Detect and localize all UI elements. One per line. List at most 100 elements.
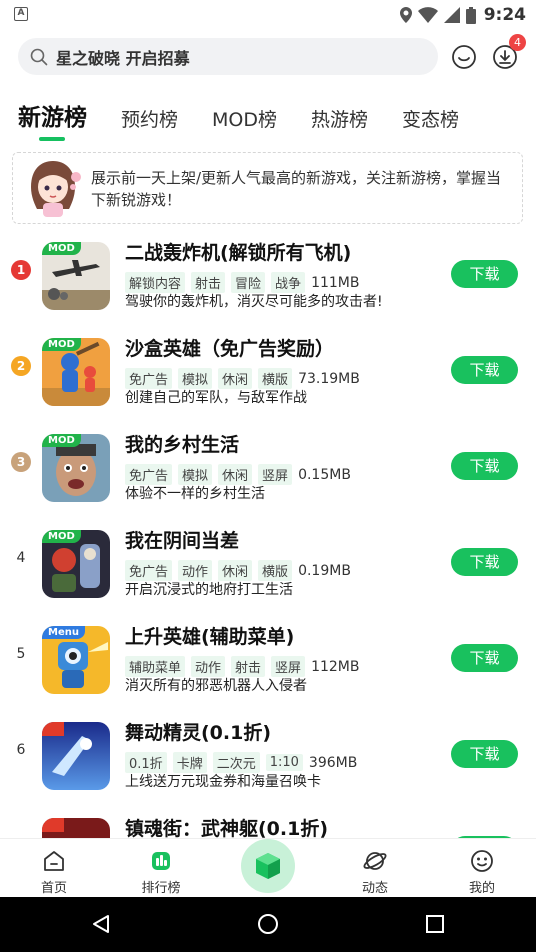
game-tag: 竖屏 [258, 464, 293, 485]
download-button[interactable]: 下载 [451, 356, 518, 384]
home-icon [44, 851, 64, 871]
game-icon-underworld[interactable]: MOD [42, 530, 110, 598]
game-tag: 免广告 [125, 368, 173, 389]
nav-feed[interactable]: 动态 [335, 839, 415, 898]
tab-hot[interactable]: 热游榜 [311, 105, 368, 132]
message-icon[interactable] [451, 44, 477, 70]
center-game-button[interactable] [241, 839, 295, 893]
nav-profile[interactable]: 我的 [442, 839, 522, 898]
game-title[interactable]: 我的乡村生活 [125, 430, 239, 457]
profile-icon [471, 850, 493, 872]
rank-badge: 2 [11, 356, 31, 376]
clock: 9:24 [483, 5, 526, 25]
game-tag: 动作 [191, 656, 226, 677]
tab-modified[interactable]: 变态榜 [402, 105, 459, 132]
download-button[interactable]: 下载 [451, 548, 518, 576]
game-tag: 模拟 [178, 368, 213, 389]
game-title[interactable]: 镇魂街：武神躯(0.1折) [125, 814, 328, 838]
list-item[interactable]: 镇魂街：武神躯(0.1折) 下载 [0, 808, 536, 838]
nav-ranking[interactable]: 排行榜 [121, 839, 201, 898]
game-size: 112MB [311, 658, 360, 675]
nav-label: 排行榜 [141, 881, 181, 896]
notice-text: 展示前一天上架/更新人气最高的新游戏，关注新游榜，掌握当下新锐游戏！ [91, 169, 502, 209]
game-tag: 动作 [178, 560, 213, 581]
active-tab-indicator [39, 137, 65, 141]
game-tag: 横版 [258, 368, 293, 389]
nav-label: 我的 [468, 881, 495, 896]
list-item[interactable]: 3 MOD 我的乡村生活 免广告 模拟 休闲 竖屏 0.15MB 体验不一样的乡… [0, 424, 536, 520]
rank-number: 6 [16, 742, 26, 758]
game-icon-soul-street[interactable] [42, 818, 110, 838]
rank-tabs: 新游榜 预约榜 MOD榜 热游榜 变态榜 [18, 96, 493, 132]
status-bar: A 9:24 [0, 0, 536, 30]
game-tag: 射击 [231, 656, 266, 677]
game-icon-dance-spirit[interactable] [42, 722, 110, 790]
game-icon-village[interactable]: MOD [42, 434, 110, 502]
rank-number: 5 [16, 646, 26, 662]
soul-street-icon [42, 818, 110, 838]
tab-new-games[interactable]: 新游榜 [18, 98, 87, 132]
list-item[interactable]: 6 舞动精灵(0.1折) 0.1折 卡牌 二次元 1:10 396MB 上线送万… [0, 712, 536, 808]
search-bar[interactable]: 星之破晓 开启招募 [18, 38, 438, 75]
game-size: 0.15MB [298, 466, 351, 483]
mod-tag: MOD [42, 242, 81, 255]
mod-tag: MOD [42, 338, 81, 351]
game-description: 体验不一样的乡村生活 [125, 486, 265, 502]
game-tag: 辅助菜单 [125, 656, 186, 677]
recents-icon[interactable] [424, 913, 446, 935]
list-item[interactable]: 5 Menu 上升英雄(辅助菜单) 辅助菜单 动作 射击 竖屏 112MB 消灭… [0, 616, 536, 712]
list-item[interactable]: 4 MOD 我在阴间当差 免广告 动作 休闲 横版 0.19MB 开启沉浸式的地… [0, 520, 536, 616]
game-title[interactable]: 沙盒英雄（免广告奖励） [125, 334, 334, 361]
game-tag: 卡牌 [172, 752, 207, 773]
game-icon-bomber[interactable]: MOD [42, 242, 110, 310]
rank-badge: 1 [11, 260, 31, 280]
download-button[interactable]: 下载 [451, 260, 518, 288]
search-placeholder: 星之破晓 开启招募 [56, 48, 190, 68]
game-tags: 免广告 动作 休闲 横版 0.19MB [125, 560, 351, 581]
game-title[interactable]: 我在阴间当差 [125, 526, 239, 553]
game-tag: 战争 [271, 272, 306, 293]
search-icon [30, 48, 48, 65]
tab-mod[interactable]: MOD榜 [212, 105, 277, 132]
game-description: 创建自己的军队，与敌军作战 [125, 390, 307, 406]
game-tags: 免广告 模拟 休闲 竖屏 0.15MB [125, 464, 351, 485]
game-list: 1 MOD 二战轰炸机(解锁所有飞机) 解锁内容 射击 冒险 战争 111MB … [0, 232, 536, 838]
game-tag: 免广告 [125, 464, 173, 485]
back-icon[interactable] [90, 913, 112, 935]
game-title[interactable]: 上升英雄(辅助菜单) [125, 622, 294, 649]
rank-badge: 3 [11, 452, 31, 472]
download-button[interactable]: 下载 [451, 644, 518, 672]
game-tag: 射击 [191, 272, 226, 293]
game-tags: 辅助菜单 动作 射击 竖屏 112MB [125, 656, 359, 677]
game-size: 0.19MB [298, 562, 351, 579]
game-description: 驾驶你的轰炸机，消灭尽可能多的攻击者! [125, 294, 383, 310]
game-tag: 休闲 [218, 464, 253, 485]
game-description: 上线送万元现金券和海量召唤卡 [125, 774, 321, 790]
game-tag: 冒险 [231, 272, 266, 293]
game-tag: 竖屏 [271, 656, 306, 677]
game-title[interactable]: 舞动精灵(0.1折) [125, 718, 271, 745]
list-item[interactable]: 1 MOD 二战轰炸机(解锁所有飞机) 解锁内容 射击 冒险 战争 111MB … [0, 232, 536, 328]
home-circle-icon[interactable] [257, 913, 279, 935]
game-tag: 二次元 [212, 752, 260, 773]
download-button[interactable]: 下载 [451, 452, 518, 480]
list-item[interactable]: 2 MOD 沙盒英雄（免广告奖励） 免广告 模拟 休闲 横版 73.19MB 创… [0, 328, 536, 424]
download-button[interactable]: 下载 [451, 740, 518, 768]
location-icon [399, 7, 412, 23]
dance-spirit-icon [42, 722, 110, 790]
wifi-icon [417, 7, 438, 23]
game-icon-rising-hero[interactable]: Menu [42, 626, 110, 694]
tab-reservation[interactable]: 预约榜 [121, 105, 178, 132]
app-notification-icon: A [14, 7, 28, 21]
game-title[interactable]: 二战轰炸机(解锁所有飞机) [125, 238, 351, 265]
game-tag: 0.1折 [125, 752, 167, 773]
game-icon-sandbox[interactable]: MOD [42, 338, 110, 406]
game-size: 73.19MB [298, 370, 360, 387]
game-tag: 休闲 [218, 368, 253, 389]
game-size: 396MB [308, 754, 358, 771]
bottom-nav: 首页 排行榜 动态 我的 [0, 838, 536, 897]
game-tag: 横版 [258, 560, 293, 581]
nav-home[interactable]: 首页 [14, 839, 94, 898]
rank-number: 4 [16, 550, 26, 566]
system-nav-bar [0, 897, 536, 952]
